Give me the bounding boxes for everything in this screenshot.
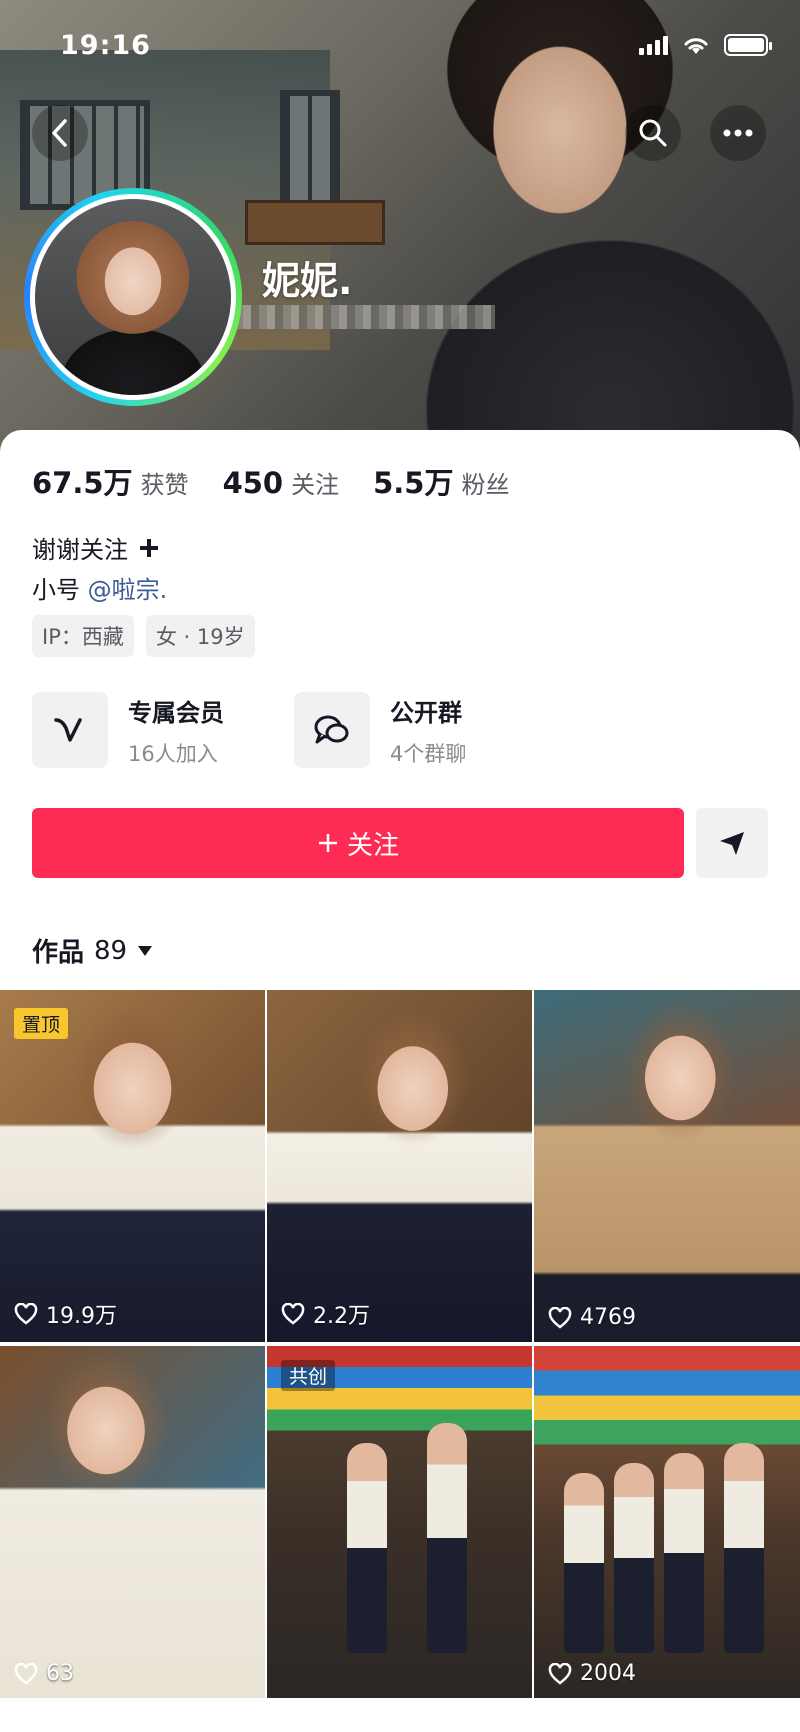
heart-icon bbox=[548, 1306, 572, 1329]
video-tile[interactable]: 2004 bbox=[534, 1346, 800, 1698]
stat-following[interactable]: 450 关注 bbox=[223, 465, 340, 500]
follow-button-label: 关注 bbox=[346, 830, 399, 861]
profile-stats: 67.5万 获赞 450 关注 5.5万 粉丝 bbox=[32, 460, 509, 502]
status-time: 19:16 bbox=[60, 30, 151, 61]
plus-icon bbox=[140, 538, 158, 557]
tag-gender-age: 女 · 19岁 bbox=[145, 615, 255, 657]
public-group-entry[interactable]: 公开群 4个群聊 bbox=[294, 692, 466, 768]
video-likes: 2004 bbox=[548, 1661, 636, 1686]
battery-icon bbox=[724, 34, 772, 56]
status-icons bbox=[639, 34, 772, 56]
stat-label: 获赞 bbox=[140, 471, 189, 499]
feature-title: 公开群 bbox=[390, 698, 462, 727]
heart-icon bbox=[14, 1303, 38, 1325]
bio-text: 小号 bbox=[32, 576, 80, 604]
video-tile[interactable]: 2.2万 bbox=[267, 990, 532, 1342]
follow-button[interactable]: 关注 bbox=[32, 808, 684, 878]
video-thumbnail bbox=[267, 990, 532, 1342]
avatar-image bbox=[35, 199, 231, 395]
stat-likes[interactable]: 67.5万 获赞 bbox=[32, 460, 189, 502]
video-thumbnail bbox=[0, 1346, 265, 1698]
video-tile[interactable]: 置顶 19.9万 bbox=[0, 990, 265, 1342]
stat-label: 关注 bbox=[291, 471, 340, 499]
video-likes: 19.9万 bbox=[14, 1298, 117, 1330]
pinned-badge: 置顶 bbox=[14, 1008, 69, 1039]
video-tile[interactable]: 共创 bbox=[267, 1346, 532, 1698]
works-label: 作品 bbox=[32, 938, 85, 968]
membership-icon-box bbox=[32, 692, 108, 768]
feature-subtitle: 4个群聊 bbox=[390, 741, 467, 766]
send-icon bbox=[720, 832, 744, 855]
membership-entry[interactable]: 专属会员 16人加入 bbox=[32, 692, 224, 768]
back-button[interactable] bbox=[32, 105, 88, 161]
bio-mention-link[interactable]: @啦宗. bbox=[88, 576, 168, 604]
search-button[interactable] bbox=[625, 105, 681, 161]
likes-count: 63 bbox=[46, 1661, 74, 1686]
tag-ip-location: IP：西藏 bbox=[32, 615, 134, 657]
status-bar: 19:16 bbox=[0, 0, 800, 96]
video-thumbnail bbox=[534, 990, 800, 1342]
heart-icon bbox=[281, 1303, 305, 1325]
co-creation-badge: 共创 bbox=[281, 1360, 336, 1391]
caret-down-icon bbox=[138, 945, 153, 956]
stat-number: 5.5万 bbox=[373, 466, 454, 500]
bio-line-1: 谢谢关注 bbox=[32, 530, 160, 565]
stat-label: 粉丝 bbox=[461, 471, 510, 499]
search-icon bbox=[639, 119, 667, 147]
feature-subtitle: 16人加入 bbox=[128, 741, 218, 766]
stat-number: 450 bbox=[222, 466, 284, 500]
chevron-left-icon bbox=[52, 119, 67, 147]
video-tile[interactable]: 4769 bbox=[534, 990, 800, 1342]
signal-icon bbox=[639, 35, 668, 55]
bio-line-2: 小号 @啦宗. bbox=[32, 570, 167, 605]
more-button[interactable] bbox=[710, 105, 766, 161]
video-tile[interactable]: 63 bbox=[0, 1346, 265, 1698]
more-icon bbox=[723, 129, 753, 137]
profile-tags: IP：西藏 女 · 19岁 bbox=[32, 615, 255, 657]
profile-info-card: 67.5万 获赞 450 关注 5.5万 粉丝 谢谢关注 小号 @啦宗. IP：… bbox=[0, 430, 800, 990]
video-likes: 2.2万 bbox=[281, 1298, 370, 1330]
works-count: 89 bbox=[94, 935, 128, 966]
stat-number: 67.5万 bbox=[32, 466, 133, 500]
video-likes: 63 bbox=[14, 1661, 74, 1686]
video-thumbnail bbox=[0, 990, 265, 1342]
wifi-icon bbox=[684, 38, 708, 54]
video-thumbnail bbox=[534, 1346, 800, 1698]
bio-text: 谢谢关注 bbox=[32, 536, 128, 564]
video-grid: 置顶 19.9万 2.2万 4769 63 共创 2004 bbox=[0, 990, 800, 1732]
video-likes: 4769 bbox=[548, 1305, 636, 1330]
v-membership-icon bbox=[54, 718, 82, 742]
likes-count: 19.9万 bbox=[46, 1304, 117, 1329]
heart-icon bbox=[14, 1662, 38, 1685]
avatar[interactable] bbox=[24, 188, 242, 406]
heart-icon bbox=[548, 1662, 572, 1685]
likes-count: 2004 bbox=[580, 1661, 636, 1686]
likes-count: 2.2万 bbox=[313, 1304, 370, 1329]
stat-followers[interactable]: 5.5万 粉丝 bbox=[373, 460, 509, 502]
works-tab[interactable]: 作品 89 bbox=[32, 932, 153, 969]
cover-blurred-text bbox=[235, 305, 495, 329]
profile-nickname: 妮妮. bbox=[262, 259, 353, 303]
plus-icon bbox=[318, 834, 337, 852]
message-button[interactable] bbox=[696, 808, 768, 878]
likes-count: 4769 bbox=[580, 1305, 636, 1330]
feature-title: 专属会员 bbox=[128, 698, 224, 727]
video-thumbnail bbox=[267, 1346, 532, 1698]
chat-bubbles-icon bbox=[314, 715, 349, 744]
group-icon-box bbox=[294, 692, 370, 768]
